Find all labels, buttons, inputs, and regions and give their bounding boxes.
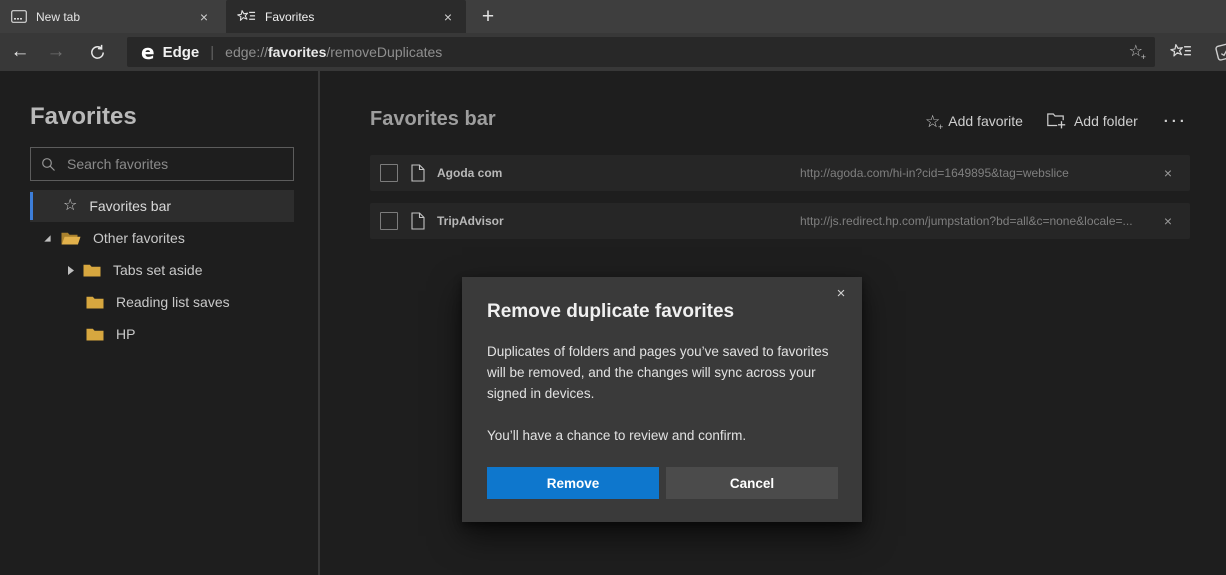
web-notes-icon[interactable] xyxy=(1213,41,1226,68)
sidebar-item-favorites-bar[interactable]: ☆ Favorites bar xyxy=(30,190,294,222)
add-folder-label: Add folder xyxy=(1073,113,1138,129)
folder-icon xyxy=(86,328,104,341)
tab-favorites[interactable]: Favorites × xyxy=(226,0,466,33)
search-icon xyxy=(42,157,55,171)
tab-new-tab[interactable]: New tab × xyxy=(0,0,222,33)
delete-favorite-icon[interactable]: × xyxy=(1156,203,1180,239)
search-input[interactable] xyxy=(65,155,293,173)
delete-favorite-icon[interactable]: × xyxy=(1156,155,1180,191)
folder-plus-icon xyxy=(1047,112,1066,130)
dialog-confirm-text: You’ll have a chance to review and confi… xyxy=(487,428,747,443)
engine-label: Edge xyxy=(162,43,200,61)
tab-label: Favorites xyxy=(265,9,315,24)
favorites-hub-button[interactable] xyxy=(1170,43,1192,65)
page-icon xyxy=(411,164,425,187)
edge-logo-icon: e xyxy=(141,40,155,64)
folder-icon xyxy=(86,296,104,309)
sidebar-item-label: Reading list saves xyxy=(116,294,230,310)
new-tab-button[interactable]: + xyxy=(472,0,504,33)
add-favorite-label: Add favorite xyxy=(948,113,1023,129)
url-separator: | xyxy=(210,43,215,61)
back-button[interactable]: ← xyxy=(5,33,35,71)
plus-icon: + xyxy=(937,121,944,132)
more-options-button[interactable]: ··· xyxy=(1164,113,1188,130)
star-plus-icon: ☆ + xyxy=(925,113,944,132)
navigation-bar: ← → e Edge | edge://favorites/removeDupl… xyxy=(0,33,1226,71)
favorite-name: Agoda com xyxy=(437,166,503,180)
close-tab-icon[interactable]: × xyxy=(438,0,458,33)
sidebar-item-tabs-set-aside[interactable]: Tabs set aside xyxy=(30,254,294,286)
remove-button[interactable]: Remove xyxy=(487,467,659,499)
selection-accent xyxy=(30,192,33,220)
tab-strip: New tab × Favorites × + xyxy=(0,0,1226,33)
refresh-button[interactable] xyxy=(82,33,112,71)
search-favorites-box[interactable] xyxy=(30,147,294,181)
add-folder-button[interactable]: Add folder xyxy=(1047,112,1138,130)
forward-button[interactable]: → xyxy=(41,33,71,71)
expand-collapse-icon[interactable] xyxy=(42,233,52,243)
folder-open-icon xyxy=(61,232,81,245)
dialog-title: Remove duplicate favorites xyxy=(487,301,735,322)
sidebar-divider xyxy=(318,71,320,575)
expand-collapse-icon[interactable] xyxy=(65,265,75,276)
folder-icon xyxy=(83,264,101,277)
remove-duplicates-dialog: × Remove duplicate favorites Duplicates … xyxy=(462,277,862,522)
dialog-body-text: Duplicates of folders and pages you’ve s… xyxy=(487,344,829,401)
sidebar-item-hp[interactable]: HP xyxy=(30,318,294,350)
close-tab-icon[interactable]: × xyxy=(194,0,214,33)
add-favorite-button[interactable]: ☆ + Add favorite xyxy=(925,113,1023,132)
favorite-row-tripadvisor[interactable]: TripAdvisor http://js.redirect.hp.com/ju… xyxy=(370,203,1190,239)
url-scheme: edge:// xyxy=(225,44,268,60)
star-icon: ☆ xyxy=(63,197,78,214)
favorites-hub-icon xyxy=(237,9,256,24)
new-tab-page-icon xyxy=(11,10,27,23)
sidebar-item-label: Other favorites xyxy=(93,230,185,246)
favorites-actions: ☆ + Add favorite Add folder ··· xyxy=(925,110,1188,132)
sidebar-title: Favorites xyxy=(30,103,137,130)
url-host: favorites xyxy=(268,44,327,60)
browser-window: New tab × Favorites × + ← → e Edge | edg… xyxy=(0,0,1226,575)
sidebar-item-label: Tabs set aside xyxy=(113,262,203,278)
url-path: /removeDuplicates xyxy=(326,44,443,60)
favorite-name: TripAdvisor xyxy=(437,214,504,228)
sidebar-item-reading-list-saves[interactable]: Reading list saves xyxy=(30,286,294,318)
favorite-url: http://js.redirect.hp.com/jumpstation?bd… xyxy=(800,214,1133,228)
cancel-button[interactable]: Cancel xyxy=(666,467,838,499)
address-bar[interactable]: e Edge | edge://favorites/removeDuplicat… xyxy=(127,37,1155,67)
favorite-row-agoda[interactable]: Agoda com http://agoda.com/hi-in?cid=164… xyxy=(370,155,1190,191)
page-title: Favorites bar xyxy=(370,108,496,130)
dialog-close-icon[interactable]: × xyxy=(830,282,852,304)
plus-icon: + xyxy=(1140,52,1146,62)
sidebar-item-label: HP xyxy=(116,326,136,342)
url-text: edge://favorites/removeDuplicates xyxy=(225,44,442,60)
row-checkbox[interactable] xyxy=(380,164,398,182)
sidebar-item-other-favorites[interactable]: Other favorites xyxy=(30,222,294,254)
row-checkbox[interactable] xyxy=(380,212,398,230)
favorite-url: http://agoda.com/hi-in?cid=1649895&tag=w… xyxy=(800,166,1069,180)
sidebar-item-label: Favorites bar xyxy=(89,198,172,214)
page-icon xyxy=(411,212,425,235)
add-favorite-star-icon[interactable]: ☆ + xyxy=(1129,37,1146,67)
tab-label: New tab xyxy=(36,9,81,24)
